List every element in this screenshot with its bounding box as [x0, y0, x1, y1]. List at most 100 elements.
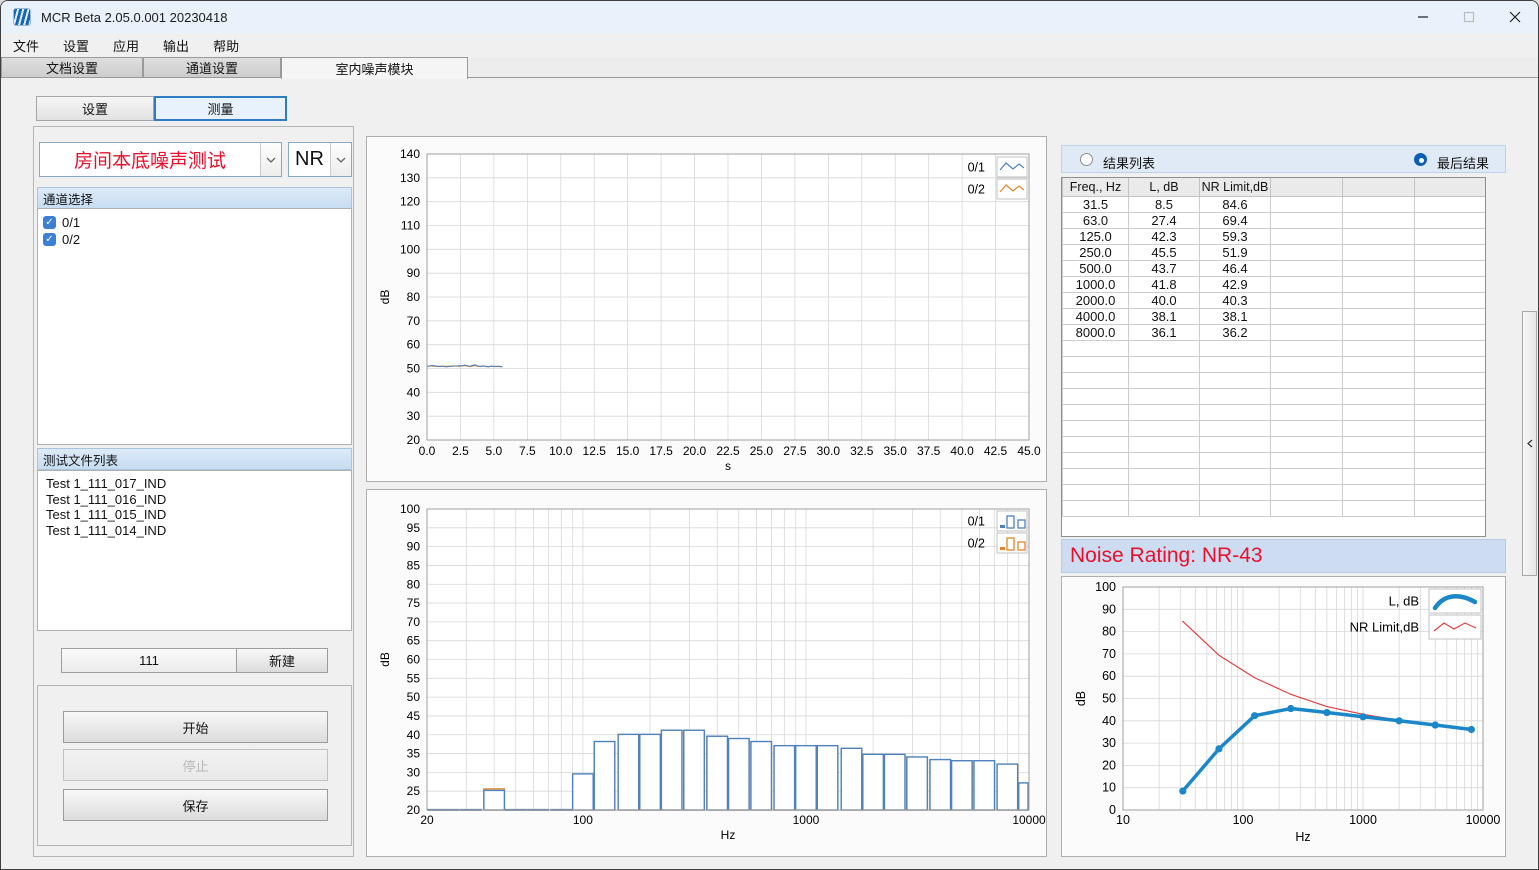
time-history-chart-box: 20304050607080901001101201301400.02.55.0…	[366, 136, 1047, 482]
svg-text:dB: dB	[1074, 691, 1088, 706]
svg-text:60: 60	[407, 338, 421, 352]
svg-text:0/1: 0/1	[968, 161, 985, 175]
table-row[interactable]: 2000.040.040.3	[1063, 292, 1487, 308]
svg-text:130: 130	[400, 171, 420, 185]
svg-text:50: 50	[407, 690, 421, 704]
svg-text:80: 80	[407, 577, 421, 591]
result-list-radio[interactable]	[1080, 153, 1093, 166]
checkbox-checked-icon[interactable]: ✓	[43, 216, 56, 229]
file-list-item[interactable]: Test 1_111_014_IND	[38, 523, 351, 539]
svg-text:80: 80	[407, 290, 421, 304]
svg-text:40: 40	[1102, 714, 1116, 728]
close-button[interactable]	[1492, 1, 1538, 33]
svg-text:Hz: Hz	[721, 828, 736, 842]
svg-text:42.5: 42.5	[984, 444, 1008, 458]
svg-text:10000: 10000	[1012, 813, 1046, 827]
results-table: Freq., Hz L, dB NR Limit,dB 31.58.584.6 …	[1061, 177, 1486, 537]
svg-text:40.0: 40.0	[950, 444, 974, 458]
table-row[interactable]: 4000.038.138.1	[1063, 308, 1487, 324]
table-row[interactable]: 31.58.584.6	[1063, 196, 1487, 212]
svg-text:32.5: 32.5	[850, 444, 874, 458]
svg-text:20: 20	[420, 813, 434, 827]
menu-help[interactable]: 帮助	[201, 33, 251, 57]
chevron-down-icon[interactable]	[260, 143, 281, 176]
subtab-setup[interactable]: 设置	[36, 96, 154, 121]
file-name-input[interactable]: 111	[61, 648, 237, 673]
svg-text:1000: 1000	[793, 813, 820, 827]
start-button[interactable]: 开始	[63, 711, 328, 743]
col-empty	[1271, 178, 1343, 196]
menu-apply[interactable]: 应用	[101, 33, 151, 57]
noise-rating-chart: 010203040506070809010010100100010000dBHz…	[1062, 577, 1505, 856]
svg-text:0/1: 0/1	[968, 515, 985, 529]
table-row[interactable]: 125.042.359.3	[1063, 228, 1487, 244]
file-list-item[interactable]: Test 1_111_016_IND	[38, 492, 351, 508]
svg-text:45: 45	[407, 709, 421, 723]
svg-text:dB: dB	[378, 652, 392, 667]
chevron-left-icon	[1527, 439, 1533, 448]
table-row-empty	[1063, 452, 1487, 468]
table-row[interactable]: 63.027.469.4	[1063, 212, 1487, 228]
table-row-empty	[1063, 372, 1487, 388]
svg-text:dB: dB	[378, 290, 392, 305]
svg-text:25: 25	[407, 784, 421, 798]
chevron-down-icon[interactable]	[330, 143, 351, 176]
svg-text:s: s	[725, 459, 731, 473]
channel-item[interactable]: ✓ 0/1	[38, 214, 351, 231]
table-row[interactable]: 500.043.746.4	[1063, 260, 1487, 276]
col-nr-limit: NR Limit,dB	[1200, 178, 1271, 196]
app-window: MCR Beta 2.05.0.001 20230418 文件 设置 应用 输出…	[0, 0, 1539, 870]
tab-channel-settings[interactable]: 通道设置	[143, 57, 281, 78]
svg-text:55: 55	[407, 671, 421, 685]
table-row-empty	[1063, 500, 1487, 516]
collapse-panel-handle[interactable]	[1522, 311, 1537, 576]
tab-document-settings[interactable]: 文档设置	[1, 57, 143, 78]
menu-output[interactable]: 输出	[151, 33, 201, 57]
svg-text:100: 100	[400, 242, 420, 256]
svg-text:22.5: 22.5	[716, 444, 740, 458]
svg-text:10: 10	[1116, 813, 1130, 827]
svg-text:0/2: 0/2	[968, 537, 985, 551]
result-list-label: 结果列表	[1103, 153, 1155, 172]
svg-text:17.5: 17.5	[649, 444, 673, 458]
menu-file[interactable]: 文件	[1, 33, 51, 57]
svg-text:5.0: 5.0	[486, 444, 503, 458]
minimize-icon	[1417, 11, 1429, 23]
maximize-button[interactable]	[1446, 1, 1492, 33]
table-row-empty	[1063, 468, 1487, 484]
checkbox-checked-icon[interactable]: ✓	[43, 233, 56, 246]
svg-text:10000: 10000	[1466, 813, 1501, 827]
channel-item[interactable]: ✓ 0/2	[38, 231, 351, 248]
svg-text:70: 70	[407, 615, 421, 629]
channel-section-header: 通道选择	[37, 187, 352, 209]
save-button[interactable]: 保存	[63, 789, 328, 821]
menu-settings[interactable]: 设置	[51, 33, 101, 57]
svg-text:70: 70	[1102, 647, 1116, 661]
svg-text:50: 50	[1102, 692, 1116, 706]
subtab-measure[interactable]: 测量	[154, 96, 287, 121]
table-row[interactable]: 1000.041.842.9	[1063, 276, 1487, 292]
file-list-item[interactable]: Test 1_111_017_IND	[38, 476, 351, 492]
rating-type-select[interactable]: NR	[288, 142, 352, 177]
third-octave-spectrum-chart: 2025303540455055606570758085909510020100…	[367, 490, 1046, 856]
svg-text:37.5: 37.5	[917, 444, 941, 458]
svg-text:30.0: 30.0	[817, 444, 841, 458]
test-type-select[interactable]: 房间本底噪声测试	[39, 142, 282, 177]
table-row[interactable]: 8000.036.136.2	[1063, 324, 1487, 340]
maximize-icon	[1463, 11, 1475, 23]
stop-button[interactable]: 停止	[63, 749, 328, 781]
new-button[interactable]: 新建	[236, 648, 328, 673]
minimize-button[interactable]	[1400, 1, 1446, 33]
tab-indoor-noise-module[interactable]: 室内噪声模块	[281, 57, 468, 79]
svg-text:L, dB: L, dB	[1389, 594, 1419, 609]
table-row-empty	[1063, 356, 1487, 372]
svg-text:1000: 1000	[1349, 813, 1377, 827]
svg-text:100: 100	[573, 813, 593, 827]
last-result-radio[interactable]	[1414, 153, 1427, 166]
svg-text:65: 65	[407, 634, 421, 648]
file-list-item[interactable]: Test 1_111_015_IND	[38, 507, 351, 523]
table-row[interactable]: 250.045.551.9	[1063, 244, 1487, 260]
col-empty	[1343, 178, 1415, 196]
svg-text:35: 35	[407, 747, 421, 761]
svg-text:45.0: 45.0	[1017, 444, 1041, 458]
